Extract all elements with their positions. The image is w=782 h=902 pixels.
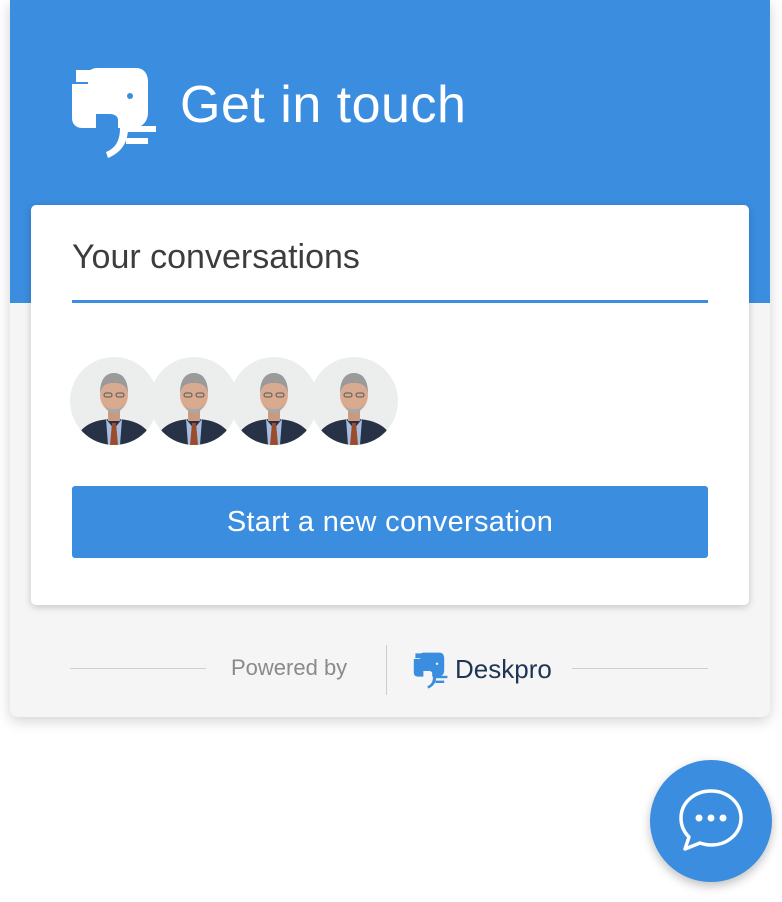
- chat-launcher-button[interactable]: [650, 760, 772, 882]
- deskpro-brand-name[interactable]: Deskpro: [455, 652, 552, 686]
- chat-widget: Get in touch Your conversations Start a …: [10, 0, 770, 717]
- agent-avatar[interactable]: [230, 357, 318, 445]
- agent-avatar[interactable]: [150, 357, 238, 445]
- avatar-list: [70, 357, 430, 445]
- heading-underline: [72, 300, 708, 303]
- agent-avatar[interactable]: [310, 357, 398, 445]
- powered-by-label: Powered by: [231, 655, 348, 680]
- footer-divider-right: [572, 668, 708, 669]
- deskpro-elephant-icon: [72, 68, 156, 158]
- start-conversation-button[interactable]: Start a new conversation: [72, 486, 708, 558]
- deskpro-logo-icon[interactable]: [413, 650, 449, 692]
- widget-title: Get in touch: [180, 76, 467, 134]
- footer-separator: [386, 645, 387, 695]
- conversations-card: Your conversations Start a new conversat…: [31, 205, 749, 605]
- footer-divider-left: [70, 668, 206, 669]
- chat-bubble-icon: [679, 789, 743, 851]
- agent-avatar[interactable]: [70, 357, 158, 445]
- conversations-heading: Your conversations: [72, 238, 360, 276]
